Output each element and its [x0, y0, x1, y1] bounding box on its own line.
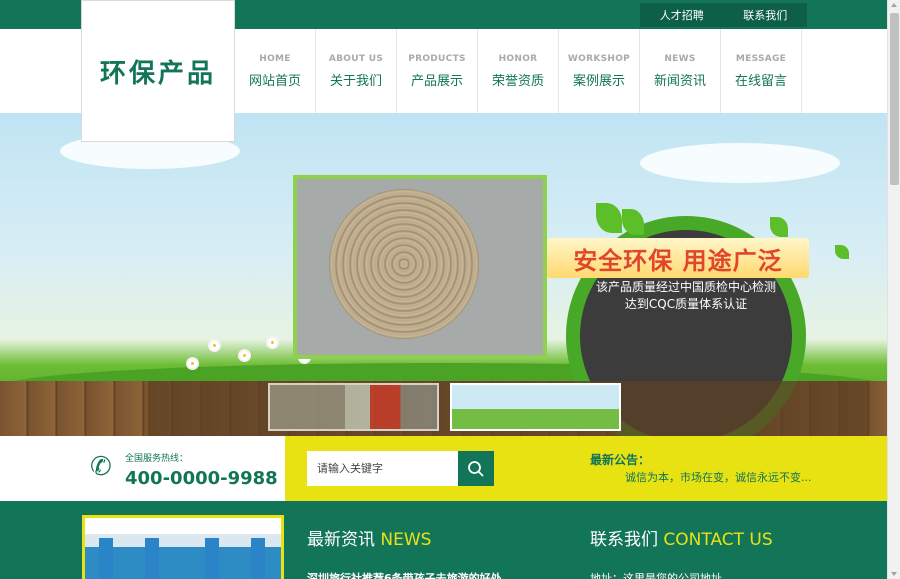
daisy-decoration: [240, 351, 249, 360]
leaf-decoration: [770, 217, 788, 237]
photo-detail: [99, 538, 113, 579]
banner-thumbnail-2[interactable]: [450, 383, 621, 431]
photo-detail: [205, 538, 219, 579]
main-nav: HOME 网站首页 ABOUT US 关于我们 PRODUCTS 产品展示 HO…: [235, 29, 802, 113]
banner-thumbnails: [148, 381, 868, 436]
notice-title: 最新公告：: [590, 453, 651, 467]
nav-item-label: 案例展示: [572, 73, 625, 89]
nav-item-news[interactable]: NEWS 新闻资讯: [640, 29, 721, 113]
top-link-recruit[interactable]: 人才招聘: [660, 7, 704, 23]
phone-icon: ✆: [90, 452, 112, 482]
top-link-contact[interactable]: 联系我们: [743, 7, 787, 23]
info-strip: ✆ 全国服务热线： 400-0000-9988 最新公告： 诚信为本，市场在变，…: [0, 436, 887, 501]
nav-item-label: 产品展示: [410, 73, 463, 89]
nav-item-label: 关于我们: [329, 73, 382, 89]
nav-item-label: 荣誉资质: [491, 73, 544, 89]
contact-title-en: CONTACT US: [663, 530, 773, 550]
coir-roll-graphic: [329, 189, 479, 339]
cloud-decoration: [640, 143, 840, 183]
search-icon: [468, 460, 484, 477]
scroll-thumb[interactable]: [890, 13, 899, 185]
hotline-number: 400-0000-9988: [125, 468, 278, 489]
contact-address: 地址：这里是您的公司地址: [590, 572, 722, 579]
nav-item-en-label: MESSAGE: [735, 53, 787, 64]
nav-item-label: 在线留言: [734, 73, 787, 89]
logo-text: 环保产品: [99, 58, 216, 89]
daisy-decoration: [210, 341, 219, 350]
news-section-title: 最新资讯 NEWS: [307, 525, 431, 550]
scroll-down-icon[interactable]: [891, 572, 897, 576]
search-input[interactable]: [307, 451, 458, 486]
nav-item-en-label: HONOR: [498, 53, 538, 64]
nav-item-en-label: PRODUCTS: [408, 53, 466, 64]
site-logo[interactable]: 环保产品: [81, 0, 235, 142]
photo-detail: [251, 538, 265, 579]
daisy-decoration: [268, 338, 277, 347]
contact-title-zh: 联系我们: [590, 530, 658, 550]
hero-banner: 安全环保 用途广泛 该产品质量经过中国质检中心检测 达到CQC质量体系认证: [0, 113, 887, 436]
news-photo[interactable]: [82, 515, 284, 579]
banner-subtitle-line1: 该产品质量经过中国质检中心检测: [595, 280, 776, 294]
notice-text[interactable]: 诚信为本，市场在变，诚信永远不变...: [625, 469, 812, 485]
news-title-en: NEWS: [380, 530, 432, 550]
nav-item-en-label: NEWS: [664, 53, 696, 64]
nav-item-home[interactable]: HOME 网站首页: [235, 29, 316, 113]
nav-item-en-label: WORKSHOP: [567, 53, 631, 64]
nav-item-about[interactable]: ABOUT US 关于我们: [316, 29, 397, 113]
nav-item-label: 网站首页: [248, 73, 301, 89]
hotline-box: ✆ 全国服务热线： 400-0000-9988: [0, 436, 285, 501]
content-section: 最新资讯 NEWS 深圳旅行社推荐6条带孩子去旅游的好处 联系我们 CONTAC…: [0, 501, 887, 579]
search-box: [307, 451, 494, 486]
contact-section-title: 联系我们 CONTACT US: [590, 525, 773, 550]
nav-item-en-label: HOME: [259, 53, 291, 64]
banner-thumbnail-1[interactable]: [268, 383, 439, 431]
leaf-decoration: [596, 203, 622, 233]
nav-item-honor[interactable]: HONOR 荣誉资质: [478, 29, 559, 113]
product-image: [293, 175, 547, 359]
news-title-zh: 最新资讯: [307, 530, 375, 550]
page-scrollbar[interactable]: [887, 0, 900, 579]
nav-item-message[interactable]: MESSAGE 在线留言: [721, 29, 802, 113]
banner-slogan: 安全环保 用途广泛: [547, 238, 809, 278]
news-list-item[interactable]: 深圳旅行社推荐6条带孩子去旅游的好处: [307, 570, 502, 579]
hotline-label: 全国服务热线：: [125, 454, 189, 464]
scroll-up-icon[interactable]: [891, 3, 897, 7]
nav-item-products[interactable]: PRODUCTS 产品展示: [397, 29, 478, 113]
top-links: 人才招聘 联系我们: [640, 3, 807, 27]
nav-item-label: 新闻资讯: [653, 73, 706, 89]
search-button[interactable]: [458, 451, 494, 486]
nav-item-en-label: ABOUT US: [328, 53, 384, 64]
leaf-decoration: [835, 245, 849, 259]
photo-detail: [145, 538, 159, 579]
banner-subtitle-line2: 达到CQC质量体系认证: [624, 297, 748, 311]
daisy-decoration: [188, 359, 197, 368]
nav-item-workshop[interactable]: WORKSHOP 案例展示: [559, 29, 640, 113]
slogan-text: 安全环保 用途广泛: [573, 246, 783, 275]
